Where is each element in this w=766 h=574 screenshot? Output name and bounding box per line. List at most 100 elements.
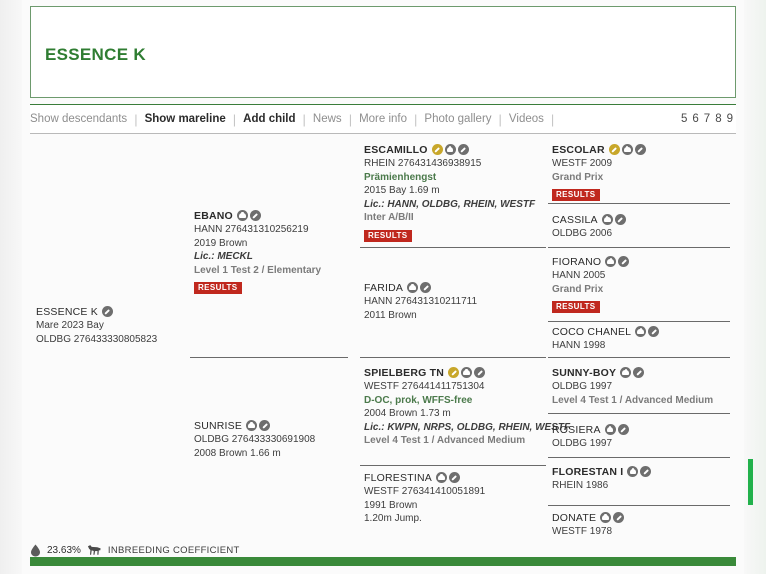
gold-pencil-icon[interactable] <box>431 144 443 155</box>
generation-selector[interactable]: 56789 <box>680 113 736 125</box>
action-navbar: Show descendants | Show mareline | Add child… <box>30 104 736 134</box>
pedigree-cell[interactable]: SUNRISE OLDBG 276433330691908 2008 Brown 1… <box>194 419 362 460</box>
highlight-marker <box>748 459 753 505</box>
horse-name[interactable]: ESCOLAR <box>552 143 724 157</box>
horse-name[interactable]: ROSIERA <box>552 423 724 437</box>
pedigree-cell[interactable]: COCO CHANEL HANN 1998 <box>552 325 732 353</box>
family-icon[interactable] <box>627 466 639 477</box>
nav-item-videos[interactable]: Videos <box>503 113 550 125</box>
pedigree-cell[interactable]: EBANO HANN 276431310256219 2019 Brown Lic.:… <box>194 209 362 295</box>
pencil-icon[interactable] <box>457 144 469 155</box>
horse-name[interactable]: FARIDA <box>364 281 542 295</box>
family-icon[interactable] <box>407 282 419 293</box>
pedigree-cell[interactable]: ESCAMILLO RHEIN 276431436938915 Prämienhen… <box>364 143 550 243</box>
pencil-icon[interactable] <box>634 144 646 155</box>
generation-option-5[interactable]: 5 <box>680 113 688 125</box>
pedigree-column-1: ESSENCE K Mare 2023 Bay OLDBG 276433330805… <box>30 135 190 535</box>
family-icon[interactable] <box>620 367 632 378</box>
nav-item-show-mareline[interactable]: Show mareline <box>139 113 232 125</box>
results-badge[interactable]: RESULTS <box>364 229 412 242</box>
horse-action-icons <box>448 367 485 378</box>
family-icon[interactable] <box>461 367 472 378</box>
pedigree-cell[interactable]: FLORESTINA WESTF 276341410051891 1991 Brow… <box>364 471 550 526</box>
pedigree-cell[interactable]: FARIDA HANN 276431310211711 2011 Brown <box>364 281 550 322</box>
horse-name[interactable]: FIORANO <box>552 255 724 269</box>
horse-name[interactable]: FLORESTAN I <box>552 465 724 479</box>
pencil-icon[interactable] <box>617 424 629 435</box>
pedigree-cell[interactable]: SUNNY-BOY OLDBG 1997 Level 4 Test 1 / Adva… <box>552 366 732 407</box>
horse-name[interactable]: FLORESTINA <box>364 471 542 485</box>
family-icon[interactable] <box>600 512 612 523</box>
horse-name[interactable]: SUNRISE <box>194 419 354 433</box>
pedigree-cell[interactable]: FIORANO HANN 2005 Grand Prix RESULTS <box>552 255 732 314</box>
pencil-icon[interactable] <box>249 210 261 221</box>
pencil-icon[interactable] <box>259 420 271 431</box>
pencil-icon[interactable] <box>448 472 460 483</box>
navbar-items: Show descendants | Show mareline | Add child… <box>30 112 555 127</box>
nav-item-show-descendants[interactable]: Show descendants <box>30 113 133 125</box>
family-icon[interactable] <box>444 144 456 155</box>
horse-name[interactable]: ESCAMILLO <box>364 143 542 157</box>
nav-item-more-info[interactable]: More info <box>353 113 413 125</box>
pencil-icon[interactable] <box>648 326 660 337</box>
results-badge[interactable]: RESULTS <box>552 189 600 201</box>
horse-action-icons <box>604 424 629 435</box>
horse-detail-line: 2019 Brown <box>194 237 248 249</box>
horse-name[interactable]: ESSENCE K <box>36 305 188 319</box>
horse-detail-line: Prämienhengst <box>364 171 437 183</box>
nav-item-news[interactable]: News <box>307 113 348 125</box>
pencil-icon[interactable] <box>613 512 625 523</box>
pencil-icon[interactable] <box>640 466 652 477</box>
results-badge[interactable]: RESULTS <box>552 301 600 313</box>
pedigree-cell[interactable]: CASSILA OLDBG 2006 <box>552 213 732 241</box>
pencil-icon[interactable] <box>101 306 113 317</box>
column-divider <box>360 247 546 248</box>
horse-detail-line: Mare 2023 Bay <box>36 320 104 331</box>
generation-option-8[interactable]: 8 <box>714 113 722 125</box>
pencil-icon[interactable] <box>474 367 485 378</box>
pedigree-cell[interactable]: SPIELBERG TN WESTF 276441411751304 D-OC, p… <box>364 366 571 448</box>
nav-item-add-child[interactable]: Add child <box>237 113 301 125</box>
pencil-icon[interactable] <box>420 282 432 293</box>
pedigree-cell[interactable]: ESCOLAR WESTF 2009 Grand Prix RESULTS <box>552 143 732 202</box>
pencil-icon[interactable] <box>614 214 626 225</box>
gold-pencil-icon[interactable] <box>608 144 620 155</box>
gold-pencil-icon[interactable] <box>448 367 459 378</box>
pedigree-cell[interactable]: ROSIERA OLDBG 1997 <box>552 423 732 451</box>
family-icon[interactable] <box>601 214 613 225</box>
pedigree-cell[interactable]: DONATE WESTF 1978 <box>552 511 732 539</box>
generation-option-6[interactable]: 6 <box>691 113 699 125</box>
horse-detail-line: Grand Prix <box>552 171 604 183</box>
horse-action-icons <box>431 144 469 155</box>
horse-name[interactable]: SUNNY-BOY <box>552 366 724 380</box>
horse-detail-line: WESTF 1978 <box>552 526 613 537</box>
horse-detail-line: 1.20m Jump. <box>364 513 422 524</box>
family-icon[interactable] <box>236 210 248 221</box>
results-badge[interactable]: RESULTS <box>194 282 242 294</box>
nav-item-photo-gallery[interactable]: Photo gallery <box>418 113 497 125</box>
horse-icon <box>87 544 102 556</box>
horse-name[interactable]: CASSILA <box>552 213 724 227</box>
pedigree-cell[interactable]: ESSENCE K Mare 2023 Bay OLDBG 276433330805… <box>36 305 196 346</box>
pencil-icon[interactable] <box>633 367 645 378</box>
pedigree-grid: ESSENCE K Mare 2023 Bay OLDBG 276433330805… <box>30 135 753 537</box>
horse-name-label: FARIDA <box>364 282 404 294</box>
generation-option-9[interactable]: 9 <box>726 113 734 125</box>
horse-name[interactable]: DONATE <box>552 511 724 525</box>
horse-detail-line: Level 4 Test 1 / Advanced Medium <box>552 394 714 406</box>
pedigree-column-3: ESCAMILLO RHEIN 276431436938915 Prämienhen… <box>360 135 570 535</box>
pedigree-cell[interactable]: FLORESTAN I RHEIN 1986 <box>552 465 732 493</box>
family-icon[interactable] <box>635 326 647 337</box>
family-icon[interactable] <box>604 424 616 435</box>
family-icon[interactable] <box>621 144 633 155</box>
family-icon[interactable] <box>605 256 617 267</box>
horse-name[interactable]: COCO CHANEL <box>552 325 724 339</box>
horse-detail-line: Lic.: KWPN, NRPS, OLDBG, RHEIN, WESTF <box>364 421 571 433</box>
horse-detail-line: WESTF 276341410051891 <box>364 486 486 497</box>
horse-name[interactable]: SPIELBERG TN <box>364 366 546 380</box>
pencil-icon[interactable] <box>618 256 630 267</box>
family-icon[interactable] <box>246 420 258 431</box>
horse-name[interactable]: EBANO <box>194 209 354 223</box>
family-icon[interactable] <box>435 472 447 483</box>
generation-option-7[interactable]: 7 <box>703 113 711 125</box>
